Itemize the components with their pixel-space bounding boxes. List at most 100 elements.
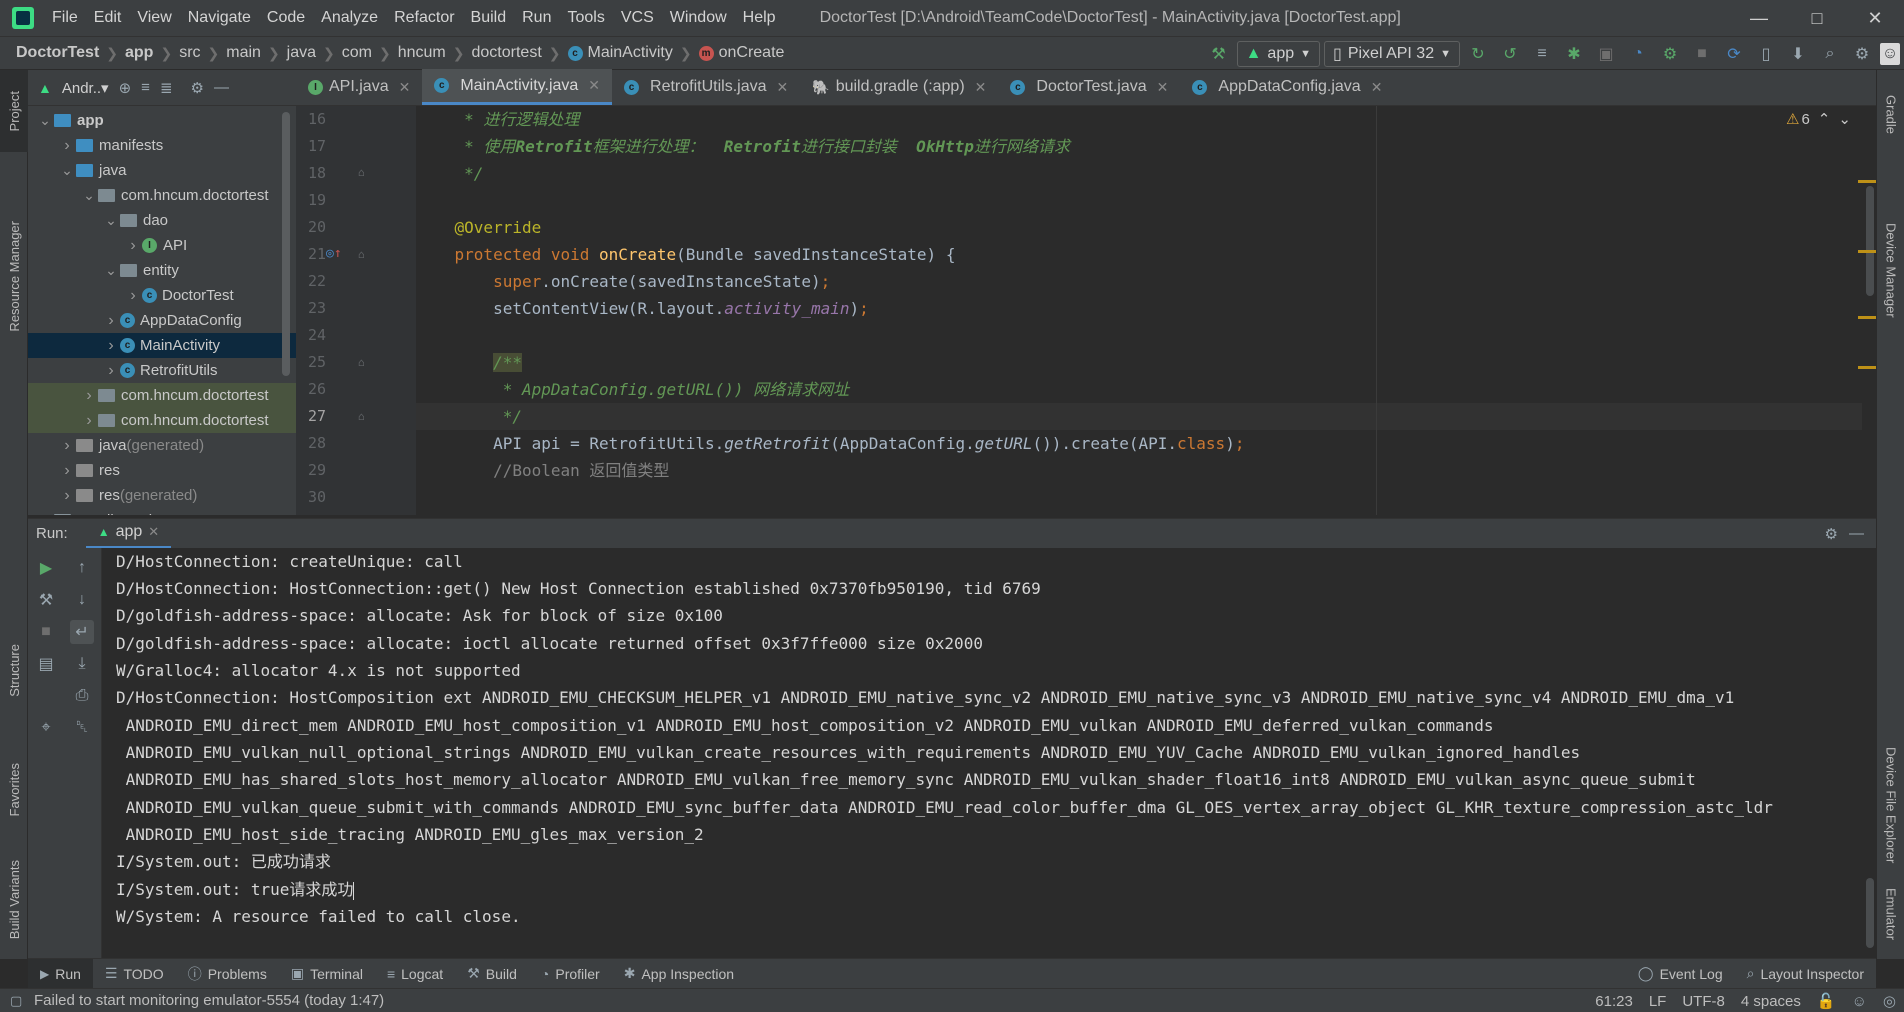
chevron-right-icon[interactable]: › (124, 237, 142, 255)
scroll-thumb[interactable] (1866, 878, 1874, 948)
chevron-right-icon[interactable]: › (36, 512, 54, 516)
run-tests-icon[interactable]: ≡ (1528, 40, 1556, 68)
chevron-down-icon[interactable]: ⌄ (36, 112, 54, 129)
menu-help[interactable]: Help (735, 0, 784, 36)
close-icon[interactable]: ✕ (399, 79, 411, 96)
editor-gutter[interactable]: 16 17 18 19 20 21 22 23 24 25 26 27 28 2… (296, 106, 416, 515)
bottom-tab-layout-inspector[interactable]: ⌕ Layout Inspector (1735, 959, 1876, 989)
menu-analyze[interactable]: Analyze (313, 0, 386, 36)
scroll-up-icon[interactable]: ↑ (70, 556, 94, 580)
chevron-down-icon[interactable]: ⌄ (1838, 110, 1851, 128)
bottom-tab-app-inspection[interactable]: ✱ App Inspection (612, 959, 746, 989)
tree-item[interactable]: › com.hncum.doctortest (28, 408, 296, 433)
chevron-right-icon[interactable]: › (102, 337, 120, 355)
tree-item[interactable]: › res (generated) (28, 483, 296, 508)
bottom-tab-profiler[interactable]: ◔ Profiler (529, 959, 612, 989)
memory-indicator-icon[interactable]: ◎ (1883, 992, 1896, 1010)
hide-panel-icon[interactable]: — (1849, 525, 1864, 542)
settings-gear-icon[interactable]: ⚙ (1848, 40, 1876, 68)
caret-position[interactable]: 61:23 (1595, 993, 1633, 1010)
tab-doctortest-java[interactable]: c DoctorTest.java ✕ (998, 69, 1180, 105)
sdk-manager-icon[interactable]: ⬇ (1784, 40, 1812, 68)
breadcrumb-com[interactable]: com (338, 44, 376, 62)
tool-tab-emulator[interactable]: Emulator (1877, 870, 1904, 959)
collapse-all-icon[interactable]: ≣ (160, 79, 173, 97)
tree-item[interactable]: ⌄ entity (28, 258, 296, 283)
device-dropdown[interactable]: ▯ Pixel API 32 ▼ (1324, 41, 1460, 67)
warning-marker[interactable] (1858, 316, 1876, 319)
tree-item[interactable]: ⌄ app (28, 108, 296, 133)
chevron-right-icon[interactable]: › (58, 437, 76, 455)
bottom-tab-event-log[interactable]: ◯ Event Log (1626, 959, 1735, 989)
lock-icon[interactable]: 🔓 (1817, 992, 1836, 1010)
status-message[interactable]: Failed to start monitoring emulator-5554… (34, 992, 384, 1009)
tree-item[interactable]: › c MainActivity (28, 333, 296, 358)
tree-item[interactable]: › c AppDataConfig (28, 308, 296, 333)
chevron-down-icon[interactable]: ⌄ (102, 212, 120, 229)
menu-window[interactable]: Window (662, 0, 735, 36)
tool-tab-structure[interactable]: Structure (0, 610, 28, 730)
rerun-icon[interactable]: ↻ (1464, 40, 1492, 68)
warning-marker[interactable] (1858, 180, 1876, 183)
minimize-icon[interactable]: — (1730, 0, 1788, 36)
apply-changes-icon[interactable]: ↺ (1496, 40, 1524, 68)
tree-item[interactable]: › com.hncum.doctortest (28, 383, 296, 408)
menu-build[interactable]: Build (463, 0, 515, 36)
menu-navigate[interactable]: Navigate (180, 0, 259, 36)
scroll-thumb[interactable] (1866, 186, 1874, 296)
pin-icon[interactable]: ⌖ (34, 716, 58, 740)
expand-all-icon[interactable]: ≡ (141, 79, 150, 96)
breadcrumb-src[interactable]: src (175, 44, 204, 62)
menu-edit[interactable]: Edit (86, 0, 130, 36)
close-icon[interactable]: ✕ (777, 79, 789, 96)
wrench-icon[interactable]: ⚒ (34, 588, 58, 612)
menu-tools[interactable]: Tools (559, 0, 612, 36)
tree-item[interactable]: › res (28, 458, 296, 483)
maximize-icon[interactable]: □ (1788, 0, 1846, 36)
indent-setting[interactable]: 4 spaces (1741, 993, 1801, 1010)
tree-item[interactable]: › java (generated) (28, 433, 296, 458)
fold-icon[interactable]: ⌂ (358, 356, 365, 369)
chevron-right-icon[interactable]: › (102, 312, 120, 330)
menu-view[interactable]: View (129, 0, 179, 36)
menu-code[interactable]: Code (259, 0, 313, 36)
trash-icon[interactable]: ␡ (70, 716, 94, 740)
chevron-down-icon[interactable]: ⌄ (58, 162, 76, 179)
bottom-tab-problems[interactable]: ⓘ Problems (176, 959, 279, 989)
chevron-down-icon[interactable]: ⌄ (80, 187, 98, 204)
fold-icon[interactable]: ⌂ (358, 166, 365, 179)
chevron-right-icon[interactable]: › (80, 387, 98, 405)
profiler-icon[interactable]: ◔ (1624, 40, 1652, 68)
tool-tab-project[interactable]: Project (0, 70, 28, 152)
soft-wrap-icon[interactable]: ↵ (70, 620, 94, 644)
breadcrumb-project[interactable]: DoctorTest (12, 44, 103, 62)
search-icon[interactable]: ⌕ (1816, 40, 1844, 68)
chevron-up-icon[interactable]: ⌃ (1818, 110, 1831, 128)
tree-item[interactable]: › manifests (28, 133, 296, 158)
chevron-right-icon[interactable]: › (124, 287, 142, 305)
warning-marker[interactable] (1858, 366, 1876, 369)
override-gutter-icon[interactable]: ◎↑ (326, 246, 342, 261)
user-avatar-icon[interactable]: ☺ (1880, 43, 1900, 65)
chevron-right-icon[interactable]: › (80, 412, 98, 430)
close-icon[interactable]: ✕ (588, 77, 600, 94)
scroll-down-icon[interactable]: ↓ (70, 588, 94, 612)
project-view-selector[interactable]: Andr..▾ (62, 79, 109, 97)
bottom-tab-logcat[interactable]: ≡ Logcat (375, 959, 455, 989)
tree-item[interactable]: › c RetrofitUtils (28, 358, 296, 383)
close-icon[interactable]: ✕ (148, 524, 159, 540)
debug-icon[interactable]: ✱ (1560, 40, 1588, 68)
tree-item[interactable]: › c DoctorTest (28, 283, 296, 308)
menu-file[interactable]: File (44, 0, 86, 36)
tab-api-java[interactable]: I API.java ✕ (296, 69, 422, 105)
tool-tab-device-manager[interactable]: Device Manager (1877, 170, 1904, 370)
editor-scrollbar[interactable] (1862, 106, 1876, 515)
tool-tab-resource-manager[interactable]: Resource Manager (0, 166, 28, 386)
tool-tab-build-variants[interactable]: Build Variants (0, 840, 28, 960)
bottom-tab-terminal[interactable]: ▣ Terminal (279, 959, 375, 989)
inspector-face-icon[interactable]: ☺ (1852, 993, 1867, 1010)
tool-tab-favorites[interactable]: Favorites (0, 730, 28, 850)
sync-gradle-icon[interactable]: ⟳ (1720, 40, 1748, 68)
chevron-right-icon[interactable]: › (102, 362, 120, 380)
run-console[interactable]: D/HostConnection: createUnique: call D/H… (102, 548, 1864, 958)
